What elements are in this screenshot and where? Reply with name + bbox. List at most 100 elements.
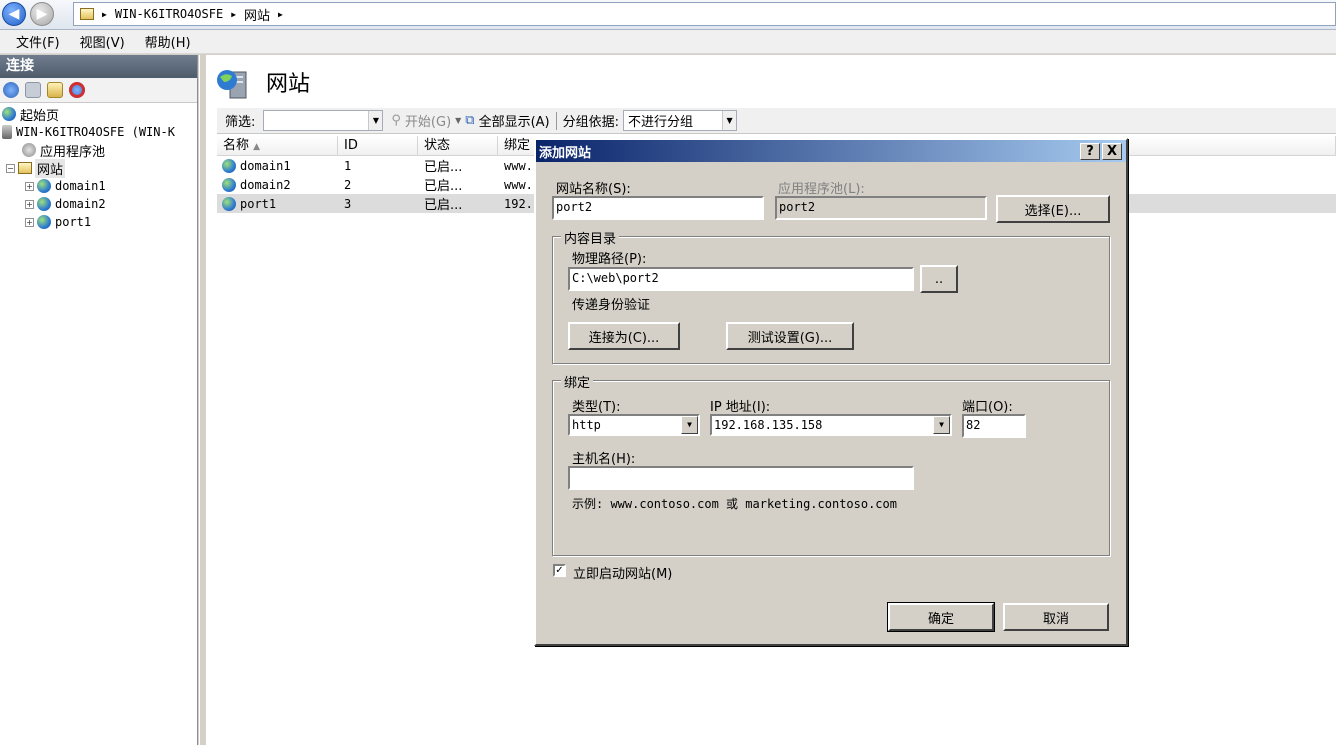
pane-splitter[interactable] (199, 55, 205, 745)
expand-icon[interactable]: + (25, 181, 34, 191)
site-name: domain2 (240, 177, 291, 192)
tree-site-label: domain2 (55, 197, 106, 211)
close-button[interactable]: X (1102, 143, 1122, 160)
breadcrumb-separator-icon: ▶ (102, 9, 107, 19)
tree-server[interactable]: WIN-K6ITRO4OSFE (WIN-K (0, 123, 197, 141)
site-globe-icon (222, 158, 236, 173)
tree-site-item[interactable]: + domain1 (0, 177, 197, 195)
dropdown-arrow-icon[interactable]: ▼ (455, 116, 461, 125)
tree-app-pools-label: 应用程序池 (40, 144, 106, 160)
filter-label: 筛选: (225, 115, 256, 130)
breadcrumb-server[interactable]: WIN-K6ITRO4OSFE (115, 7, 223, 21)
sites-folder-icon (18, 162, 32, 174)
dialog-title: 添加网站 (539, 145, 592, 161)
tree-site-item[interactable]: + domain2 (0, 195, 197, 213)
expand-icon[interactable]: + (25, 199, 34, 209)
connect-icon[interactable] (3, 82, 19, 98)
physical-path-input[interactable]: C:\web\port2 (568, 267, 914, 291)
group-by-select[interactable]: 不进行分组 ▼ (623, 110, 738, 131)
connections-title: 连接 (0, 55, 197, 78)
save-icon[interactable] (25, 82, 41, 98)
tree-site-item[interactable]: + port1 (0, 213, 197, 231)
binding-title: 绑定 (561, 372, 594, 391)
menu-bar: 文件(F) 视图(V) 帮助(H) (0, 30, 1336, 54)
site-id: 1 (344, 158, 352, 173)
chevron-down-icon[interactable]: ▼ (933, 416, 950, 434)
tree-server-label: WIN-K6ITRO4OSFE (WIN-K (16, 125, 175, 139)
content-directory-title: 内容目录 (561, 228, 620, 247)
start-immediately-label[interactable]: 立即启动网站(M) (573, 563, 672, 582)
column-header-status[interactable]: 状态 (418, 136, 498, 155)
chevron-down-icon[interactable]: ▼ (722, 111, 737, 130)
connect-as-button[interactable]: 连接为(C)... (568, 322, 680, 350)
back-button[interactable]: ◀ (2, 2, 26, 26)
port-label: 端口(O): (962, 400, 1013, 415)
test-settings-button[interactable]: 测试设置(G)... (726, 322, 854, 350)
site-name-input[interactable]: port2 (552, 196, 764, 220)
ip-address-select[interactable]: 192.168.135.158 ▼ (710, 414, 952, 436)
expand-icon[interactable]: + (25, 217, 34, 227)
tree-start-page-label: 起始页 (20, 108, 60, 124)
app-pool-label: 应用程序池(L): (778, 182, 865, 197)
site-status: 已启... (424, 160, 463, 175)
cancel-button[interactable]: 取消 (1003, 603, 1109, 631)
site-id: 3 (344, 196, 352, 211)
column-header-name[interactable]: 名称 ▲ (217, 136, 338, 155)
type-value: http (572, 418, 601, 432)
chevron-down-icon[interactable]: ▼ (368, 111, 383, 130)
start-immediately-checkbox[interactable]: ✓ (553, 564, 566, 577)
pass-through-auth-label: 传递身份验证 (572, 298, 651, 313)
port-input[interactable]: 82 (962, 414, 1026, 438)
app-pool-icon (22, 143, 36, 157)
breadcrumb[interactable]: ▶ WIN-K6ITRO4OSFE ▶ 网站 ▶ (73, 2, 1336, 26)
collapse-icon[interactable]: − (6, 163, 15, 173)
help-button[interactable]: ? (1080, 143, 1100, 160)
show-all-icon: ⧉ (465, 113, 475, 128)
dialog-titlebar[interactable]: 添加网站 (536, 140, 1126, 162)
type-select[interactable]: http ▼ (568, 414, 700, 436)
site-globe-icon (222, 177, 236, 192)
host-name-example: 示例: www.contoso.com 或 marketing.contoso.… (572, 497, 897, 511)
tree-start-page[interactable]: 起始页 (0, 105, 197, 124)
show-all-button[interactable]: 全部显示(A) (479, 111, 550, 130)
site-folder-icon (80, 8, 94, 20)
add-website-dialog: 添加网站 ? X 网站名称(S): port2 应用程序池(L): port2 … (534, 138, 1128, 646)
start-filter-button[interactable]: 开始(G) (405, 111, 451, 130)
connections-pane: 连接 起始页 WIN-K6ITRO4OSFE (WIN-K 应用程序池 − 网站… (0, 55, 198, 745)
tree-app-pools[interactable]: 应用程序池 (0, 141, 197, 160)
tree-site-label: domain1 (55, 179, 106, 193)
menu-help[interactable]: 帮助(H) (135, 32, 201, 51)
site-globe-icon (37, 215, 51, 229)
breadcrumb-sites[interactable]: 网站 (244, 5, 270, 24)
server-icon (2, 125, 12, 139)
group-by-label: 分组依据: (562, 115, 620, 130)
select-app-pool-button[interactable]: 选择(E)... (996, 195, 1110, 223)
forward-button[interactable]: ▶ (30, 2, 54, 26)
delete-connection-icon[interactable] (69, 82, 85, 98)
ok-button[interactable]: 确定 (887, 602, 995, 632)
address-bar: ◀ ▶ ▶ WIN-K6ITRO4OSFE ▶ 网站 ▶ (0, 0, 1336, 30)
menu-file[interactable]: 文件(F) (6, 32, 70, 51)
group-by-value: 不进行分组 (628, 115, 694, 130)
app-pool-input: port2 (775, 196, 987, 220)
browse-button[interactable]: .. (920, 265, 958, 293)
sort-ascending-icon: ▲ (253, 142, 261, 152)
physical-path-label: 物理路径(P): (572, 252, 647, 267)
filter-input[interactable]: ▼ (263, 110, 384, 131)
host-name-label: 主机名(H): (572, 452, 636, 467)
ip-address-value: 192.168.135.158 (714, 418, 823, 432)
tree-sites[interactable]: − 网站 (0, 158, 197, 178)
ip-address-label: IP 地址(I): (710, 400, 771, 415)
site-globe-icon (37, 179, 51, 193)
menu-view[interactable]: 视图(V) (70, 32, 135, 51)
toolbar-divider (555, 111, 557, 130)
site-globe-icon (222, 196, 236, 211)
site-globe-icon (37, 197, 51, 211)
site-status: 已启... (424, 179, 463, 194)
start-page-icon (2, 107, 16, 121)
tree-site-label: port1 (55, 215, 92, 229)
chevron-down-icon[interactable]: ▼ (681, 416, 698, 434)
column-header-id[interactable]: ID (338, 136, 418, 155)
host-name-input[interactable] (568, 466, 914, 490)
up-folder-icon[interactable] (47, 82, 63, 98)
